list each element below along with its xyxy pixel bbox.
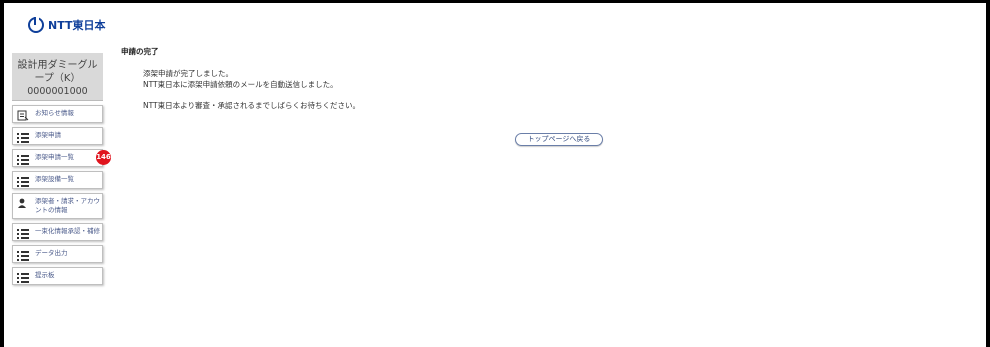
sidebar-item-label: 添架申請一覧 <box>35 153 74 161</box>
list-icon <box>17 228 29 239</box>
sidebar-item-label: 添架申請 <box>35 131 61 139</box>
back-to-top-button[interactable]: トップページへ戻る <box>515 133 603 146</box>
user-card: 設計用ダミーグループ（K） 0000001000 <box>12 53 103 101</box>
list-icon <box>17 176 29 187</box>
sidebar-item-label: 一束化情報承認・補修 <box>35 227 100 235</box>
app-frame: NTT東日本 設計用ダミーグループ（K） 0000001000 お知らせ情報 添… <box>0 0 990 347</box>
sidebar-item-label: データ出力 <box>35 249 68 257</box>
sidebar-item-bulletin-board[interactable]: 提示板 <box>12 267 103 285</box>
sidebar-item-bundle-approval[interactable]: 一束化情報承認・補修 <box>12 223 103 241</box>
sidebar: 設計用ダミーグループ（K） 0000001000 お知らせ情報 添架申請 添架申… <box>12 53 111 285</box>
list-icon <box>17 250 29 261</box>
notification-badge: 146 <box>96 150 111 165</box>
list-icon <box>17 132 29 143</box>
message-line: 添架申請が完了しました。 <box>143 69 233 78</box>
user-group-name: 設計用ダミーグループ（K） <box>17 60 98 84</box>
sidebar-item-equipment-list[interactable]: 添架設備一覧 <box>12 171 103 189</box>
sidebar-item-label: お知らせ情報 <box>35 109 74 117</box>
sidebar-item-application[interactable]: 添架申請 <box>12 127 103 145</box>
sidebar-item-label: 提示板 <box>35 271 55 279</box>
sidebar-item-label: 添架設備一覧 <box>35 175 74 183</box>
list-icon <box>17 272 29 283</box>
message-line: NTT東日本に添架申請依頼のメールを自動送信しました。 <box>143 80 338 89</box>
page-title: 申請の完了 <box>121 47 159 56</box>
sidebar-item-label: 添架者・請求・アカウントの情報 <box>35 197 100 214</box>
ntt-logo-icon <box>28 17 44 33</box>
user-id: 0000001000 <box>27 86 88 97</box>
sidebar-item-notices[interactable]: お知らせ情報 <box>12 105 103 123</box>
list-icon <box>17 154 29 165</box>
sidebar-item-data-export[interactable]: データ出力 <box>12 245 103 263</box>
logo-text: NTT東日本 <box>48 19 106 32</box>
notice-icon <box>17 110 29 121</box>
message-line: NTT東日本より審査・承認されるまでしばらくお待ちください。 <box>143 101 360 110</box>
ntt-logo[interactable]: NTT東日本 <box>28 17 105 33</box>
sidebar-item-account-info[interactable]: 添架者・請求・アカウントの情報 <box>12 193 103 219</box>
person-icon <box>17 198 29 208</box>
sidebar-item-application-list[interactable]: 添架申請一覧 146 <box>12 149 111 167</box>
